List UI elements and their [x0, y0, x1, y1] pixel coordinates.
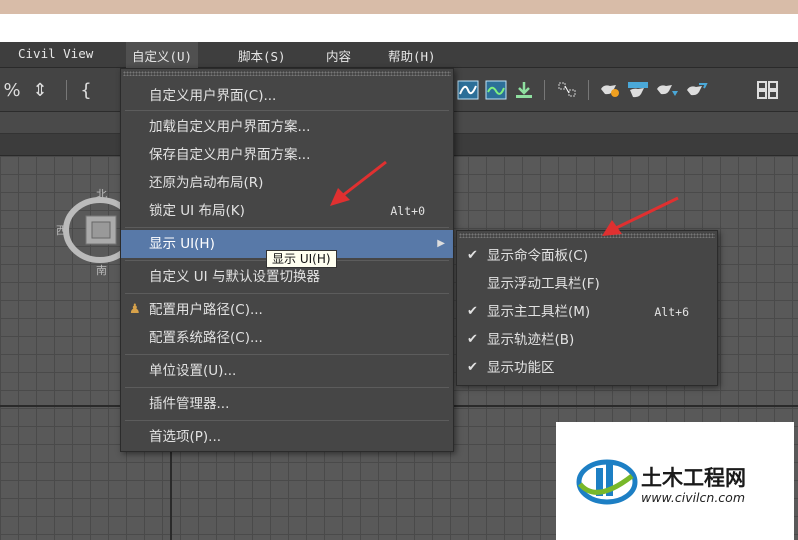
annotation-arrow-2	[602, 196, 679, 236]
civilcn-logo-icon	[576, 459, 638, 505]
logo-url-text: www.civilcn.com	[641, 490, 745, 505]
logo-brand-text: 土木工程网	[641, 466, 746, 490]
annotation-arrow-1	[330, 160, 387, 206]
watermark-logo: 土木工程网 www.civilcn.com	[556, 422, 794, 540]
